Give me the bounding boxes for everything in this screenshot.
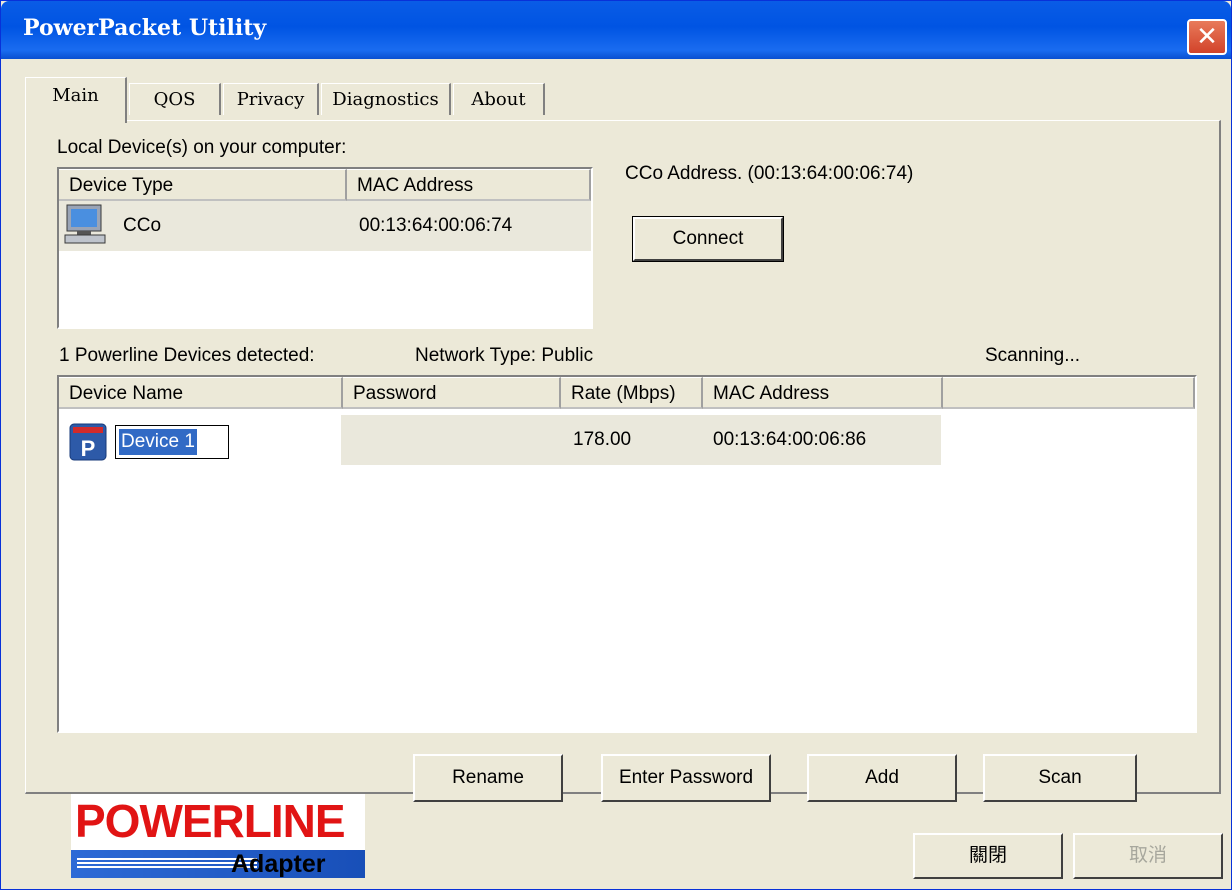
close-window-button[interactable]: ✕	[1187, 19, 1227, 55]
local-device-row[interactable]: CCo 00:13:64:00:06:74	[59, 201, 591, 251]
column-header-mac-address[interactable]: MAC Address	[347, 169, 591, 201]
tab-about[interactable]: About	[453, 83, 545, 115]
device-name-selected-text: Device 1	[119, 429, 197, 455]
computer-icon	[64, 204, 106, 244]
device-mac: 00:13:64:00:06:86	[713, 429, 867, 450]
local-devices-list[interactable]: Device Type MAC Address CCo 00:13:64:00:…	[57, 167, 593, 329]
tab-privacy[interactable]: Privacy	[223, 83, 319, 115]
powerline-devices-list[interactable]: Device Name Password Rate (Mbps) MAC Add…	[57, 375, 1197, 733]
svg-text:P: P	[81, 436, 96, 461]
devices-detected-label: 1 Powerline Devices detected:	[59, 345, 315, 366]
column-header-empty	[943, 377, 1195, 409]
logo-word: POWERLINE	[75, 795, 346, 847]
cancel-button[interactable]: 取消	[1073, 833, 1223, 879]
tab-strip: Main QOS Privacy Diagnostics About	[25, 77, 585, 123]
tab-qos[interactable]: QOS	[129, 83, 221, 115]
dialog-client-area: Main QOS Privacy Diagnostics About Local…	[7, 59, 1225, 887]
title-bar[interactable]: PowerPacket Utility ✕	[1, 1, 1231, 59]
window-title: PowerPacket Utility	[23, 15, 267, 41]
local-devices-label: Local Device(s) on your computer:	[57, 137, 347, 158]
scanning-status: Scanning...	[985, 345, 1081, 366]
column-header-rate[interactable]: Rate (Mbps)	[561, 377, 703, 409]
column-header-password[interactable]: Password	[343, 377, 561, 409]
close-dialog-button[interactable]: 關閉	[913, 833, 1063, 879]
add-button[interactable]: Add	[807, 754, 957, 802]
powerline-device-row[interactable]: 178.00 00:13:64:00:06:86	[341, 415, 941, 465]
app-window: PowerPacket Utility ✕ Main QOS Privacy D…	[0, 0, 1232, 890]
column-header-powerline-mac[interactable]: MAC Address	[703, 377, 943, 409]
device-rate: 178.00	[573, 429, 632, 450]
rename-button[interactable]: Rename	[413, 754, 563, 802]
powerline-adapter-logo: POWERLINE Adapter	[71, 794, 365, 878]
cco-address-label: CCo Address. (00:13:64:00:06:74)	[625, 163, 914, 184]
local-device-mac: 00:13:64:00:06:74	[359, 215, 513, 236]
column-header-device-type[interactable]: Device Type	[59, 169, 347, 201]
tab-diagnostics[interactable]: Diagnostics	[321, 83, 451, 115]
powerpacket-icon: P	[69, 423, 107, 461]
column-header-device-name[interactable]: Device Name	[59, 377, 343, 409]
network-type-label: Network Type: Public	[415, 345, 594, 366]
scan-button[interactable]: Scan	[983, 754, 1137, 802]
local-device-type: CCo	[123, 215, 162, 236]
logo-lines	[77, 858, 257, 872]
enter-password-button[interactable]: Enter Password	[601, 754, 771, 802]
close-icon: ✕	[1196, 21, 1218, 51]
device-name-edit-box[interactable]: Device 1	[115, 425, 229, 459]
connect-button[interactable]: Connect	[632, 216, 784, 262]
tab-main[interactable]: Main	[25, 77, 127, 123]
logo-sub: Adapter	[231, 850, 326, 878]
